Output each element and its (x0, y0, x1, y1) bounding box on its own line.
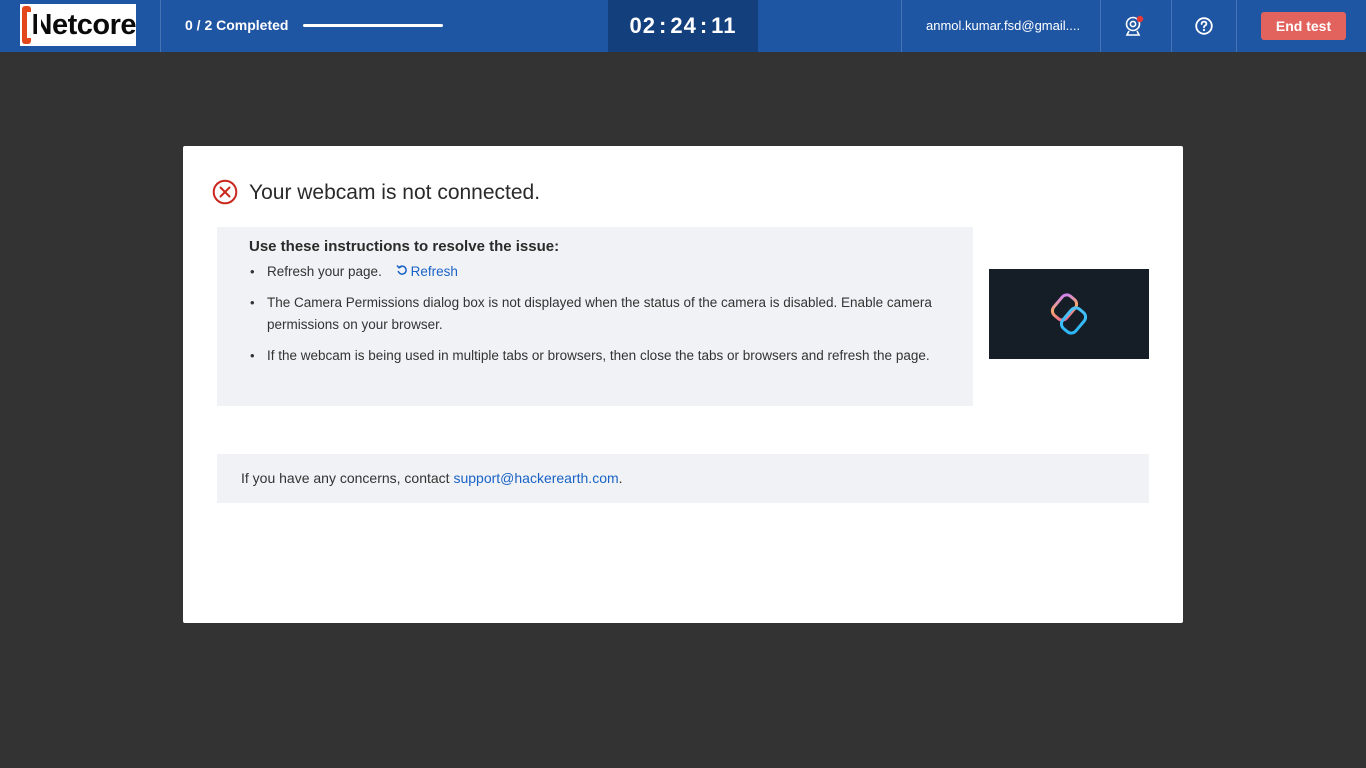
webcam-preview (989, 269, 1149, 359)
progress-bar (303, 24, 443, 27)
netcore-logo: Netcore (20, 4, 136, 46)
timer-hours: 02 (629, 13, 657, 38)
header-divider (1100, 0, 1101, 52)
instructions-panel: Use these instructions to resolve the is… (217, 227, 973, 406)
timer-separator: : (659, 13, 668, 38)
contact-text: If you have any concerns, contact (241, 470, 454, 486)
help-circle-icon (1195, 17, 1213, 35)
support-email-link[interactable]: support@hackerearth.com (453, 470, 618, 486)
end-test-button[interactable]: End test (1261, 12, 1346, 40)
list-item: Refresh your page. Refresh (249, 261, 939, 283)
error-circle-icon (212, 179, 238, 205)
webcam-status-dot (1136, 15, 1144, 23)
chain-link-icon (1050, 293, 1088, 335)
refresh-link-label: Refresh (410, 264, 458, 279)
header-divider (160, 0, 161, 52)
webcam-error-dialog: Your webcam is not connected. Use these … (183, 146, 1183, 623)
progress-label: 0 / 2 Completed (185, 17, 289, 33)
instructions-heading: Use these instructions to resolve the is… (249, 238, 560, 255)
webcam-icon (1125, 15, 1144, 36)
instruction-text: Refresh your page. (267, 264, 382, 279)
webcam-status-button[interactable] (1120, 12, 1148, 40)
refresh-link[interactable]: Refresh (396, 264, 458, 279)
top-bar: Netcore 0 / 2 Completed 02 : 24 : 11 anm… (0, 0, 1366, 52)
dialog-title: Your webcam is not connected. (249, 181, 541, 204)
timer-separator: : (699, 13, 709, 38)
header-divider (1236, 0, 1237, 52)
contact-banner: If you have any concerns, contact suppor… (217, 454, 1149, 503)
help-button[interactable] (1190, 12, 1218, 40)
timer-minutes: 24 (670, 13, 697, 38)
timer-seconds: 11 (711, 13, 737, 38)
instructions-list: Refresh your page. Refresh The Camera Pe… (249, 261, 939, 376)
refresh-icon (396, 265, 407, 275)
contact-suffix: . (618, 470, 623, 486)
list-item: The Camera Permissions dialog box is not… (249, 292, 939, 336)
netcore-logo-mark (22, 6, 40, 44)
header-divider (1171, 0, 1172, 52)
list-item: If the webcam is being used in multiple … (249, 345, 939, 367)
header-divider (901, 0, 902, 52)
logo-text: Netcore (31, 8, 137, 41)
countdown-timer: 02 : 24 : 11 (608, 0, 758, 52)
user-email[interactable]: anmol.kumar.fsd@gmail.... (926, 18, 1080, 33)
